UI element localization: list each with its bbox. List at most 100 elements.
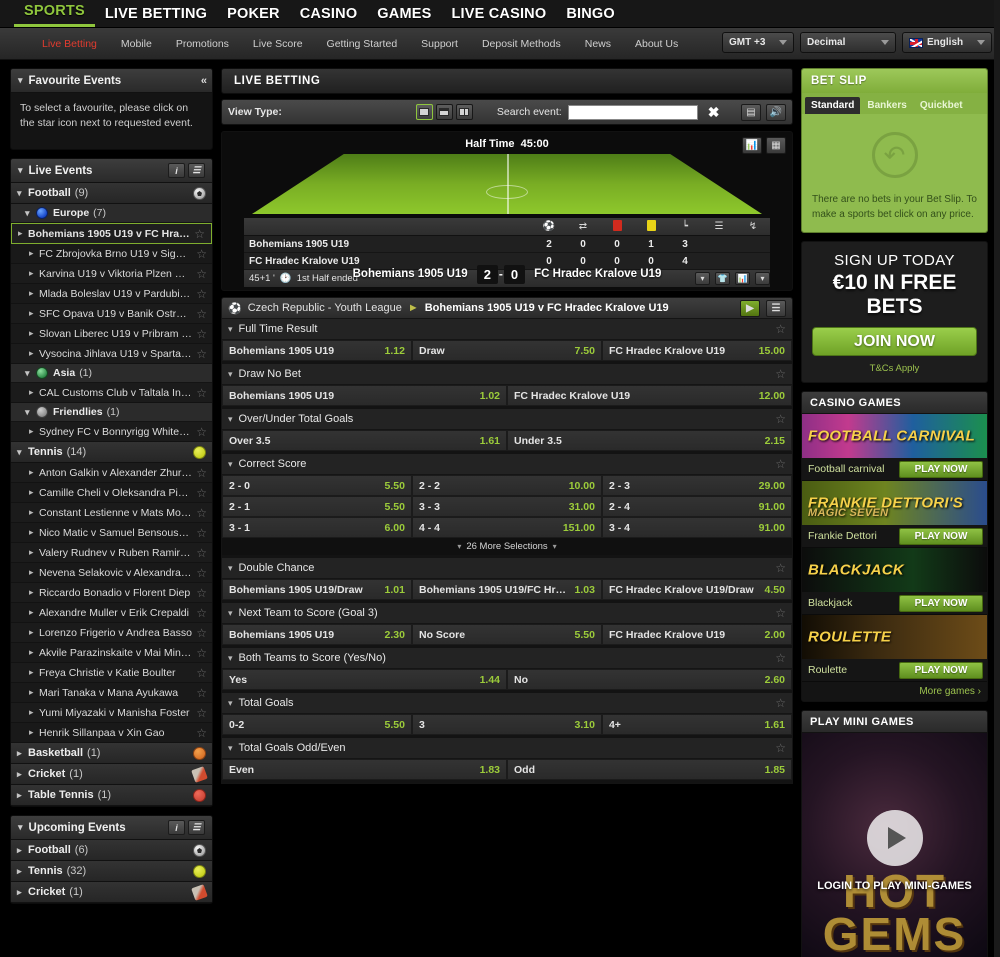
event-row[interactable]: ▸ Lorenzo Frigerio v Andrea Basso ☆ xyxy=(11,623,212,644)
statistics-icon[interactable]: ▤ xyxy=(741,103,761,121)
subnav-item-about-us[interactable]: About Us xyxy=(623,38,690,50)
subnav-item-mobile[interactable]: Mobile xyxy=(109,38,164,50)
sport-row-basketball[interactable]: ▸ Basketball (1) xyxy=(11,743,212,765)
favourite-star-icon[interactable]: ☆ xyxy=(196,347,207,361)
live-events-header[interactable]: ▾ Live Events i ☰ xyxy=(11,159,212,184)
nav-item-casino[interactable]: CASINO xyxy=(290,6,368,27)
event-row[interactable]: ▸ Vysocina Jihlava U19 v Sparta Pr... ☆ xyxy=(11,344,212,365)
market-title-bar[interactable]: ▾ Draw No Bet ☆ xyxy=(222,364,792,385)
event-row[interactable]: ▸ Riccardo Bonadio v Florent Diep ☆ xyxy=(11,583,212,604)
event-row[interactable]: ▸ FC Zbrojovka Brno U19 v Sigma ... ☆ xyxy=(11,244,212,265)
event-row[interactable]: ▸ Slovan Liberec U19 v Pribram U19 ☆ xyxy=(11,324,212,345)
selection-button[interactable]: 2 - 2 10.00 xyxy=(411,475,602,496)
live-stream-icon[interactable]: ▶ xyxy=(740,299,760,317)
favourite-star-icon[interactable]: ☆ xyxy=(775,367,786,381)
language-select[interactable]: English xyxy=(902,32,992,53)
favourite-star-icon[interactable]: ☆ xyxy=(196,666,207,680)
subnav-item-getting-started[interactable]: Getting Started xyxy=(315,38,410,50)
region-row-europe[interactable]: ▾ Europe (7) xyxy=(11,204,212,224)
selection-button[interactable]: 4 - 4 151.00 xyxy=(411,517,602,538)
market-title-bar[interactable]: ▾ Double Chance ☆ xyxy=(222,558,792,579)
event-row[interactable]: ▸ Akvile Parazinskaite v Mai Minoko... ☆ xyxy=(11,643,212,664)
collapse-icon[interactable]: « xyxy=(201,75,207,87)
collapse-icon[interactable]: ▾ xyxy=(755,272,770,285)
event-row[interactable]: ▸ Valery Rudnev v Ruben Ramirez ... ☆ xyxy=(11,543,212,564)
market-title-bar[interactable]: ▾ Full Time Result ☆ xyxy=(222,319,792,340)
selection-button[interactable]: Even 1.83 xyxy=(222,759,507,780)
market-title-bar[interactable]: ▾ Total Goals Odd/Even ☆ xyxy=(222,738,792,759)
subnav-item-live-score[interactable]: Live Score xyxy=(241,38,315,50)
event-row[interactable]: ▸ Alexandre Muller v Erik Crepaldi ☆ xyxy=(11,603,212,624)
view-single-icon[interactable] xyxy=(415,104,433,120)
favourite-star-icon[interactable]: ☆ xyxy=(775,741,786,755)
sport-row-table-tennis[interactable]: ▸ Table Tennis (1) xyxy=(11,785,212,807)
favourite-star-icon[interactable]: ☆ xyxy=(196,386,207,400)
selection-button[interactable]: Bohemians 1905 U19 1.02 xyxy=(222,385,507,406)
event-row[interactable]: ▸ Henrik Sillanpaa v Xin Gao ☆ xyxy=(11,723,212,744)
market-title-bar[interactable]: ▾ Correct Score ☆ xyxy=(222,454,792,475)
selection-button[interactable]: 2 - 0 5.50 xyxy=(222,475,412,496)
bet-slip-tab-standard[interactable]: Standard xyxy=(805,97,861,114)
bet-slip-tab-quickbet[interactable]: Quickbet xyxy=(914,97,969,114)
sport-row-cricket[interactable]: ▸ Cricket (1) xyxy=(11,764,212,786)
selection-button[interactable]: 3 3.10 xyxy=(411,714,602,735)
event-row[interactable]: ▸ SFC Opava U19 v Banik Ostrava ... ☆ xyxy=(11,304,212,325)
upcoming-sport-row-tennis[interactable]: ▸ Tennis (32) xyxy=(11,861,212,883)
selection-button[interactable]: Draw 7.50 xyxy=(411,340,602,361)
info-icon[interactable]: i xyxy=(168,163,185,179)
info-icon[interactable]: i xyxy=(168,820,185,836)
selection-button[interactable]: 2 - 1 5.50 xyxy=(222,496,412,517)
event-row[interactable]: ▸ Mari Tanaka v Mana Ayukawa ☆ xyxy=(11,683,212,704)
selection-button[interactable]: 3 - 1 6.00 xyxy=(222,517,412,538)
favourite-star-icon[interactable]: ☆ xyxy=(194,227,205,241)
nav-item-bingo[interactable]: BINGO xyxy=(556,6,625,27)
favourite-star-icon[interactable]: ☆ xyxy=(196,425,207,439)
selection-button[interactable]: Yes 1.44 xyxy=(222,669,507,690)
favourite-star-icon[interactable]: ☆ xyxy=(196,307,207,321)
market-title-bar[interactable]: ▾ Total Goals ☆ xyxy=(222,693,792,714)
favourite-star-icon[interactable]: ☆ xyxy=(196,247,207,261)
selection-button[interactable]: FC Hradec Kralove U19 15.00 xyxy=(601,340,792,361)
more-games-link[interactable]: More games › xyxy=(802,682,987,702)
sport-row-football[interactable]: ▾ Football (9) xyxy=(11,183,212,205)
event-row[interactable]: ▸ CAL Customs Club v Taltala Instit... ☆ xyxy=(11,383,212,404)
selection-button[interactable]: FC Hradec Kralove U19 12.00 xyxy=(507,385,792,406)
sport-row-tennis[interactable]: ▾ Tennis (14) xyxy=(11,442,212,464)
search-input[interactable] xyxy=(567,104,698,120)
event-row[interactable]: ▸ Freya Christie v Katie Boulter ☆ xyxy=(11,663,212,684)
favourite-star-icon[interactable]: ☆ xyxy=(775,457,786,471)
favourite-star-icon[interactable]: ☆ xyxy=(775,412,786,426)
upcoming-sport-row-football[interactable]: ▸ Football (6) xyxy=(11,840,212,862)
favourite-star-icon[interactable]: ☆ xyxy=(196,586,207,600)
nav-item-live-casino[interactable]: LIVE CASINO xyxy=(441,6,556,27)
event-row[interactable]: ▸ Nevena Selakovic v Alexandra Na... ☆ xyxy=(11,563,212,584)
view-list-icon[interactable] xyxy=(435,104,453,120)
market-title-bar[interactable]: ▾ Next Team to Score (Goal 3) ☆ xyxy=(222,603,792,624)
selection-button[interactable]: 2 - 3 29.00 xyxy=(601,475,792,496)
favourite-star-icon[interactable]: ☆ xyxy=(196,327,207,341)
selection-button[interactable]: FC Hradec Kralove U19/Draw 4.50 xyxy=(601,579,792,600)
favourite-star-icon[interactable]: ☆ xyxy=(196,566,207,580)
favourite-star-icon[interactable]: ☆ xyxy=(196,506,207,520)
event-row[interactable]: ▸ Mlada Boleslav U19 v Pardubice ... ☆ xyxy=(11,284,212,305)
event-row[interactable]: ▸ Yumi Miyazaki v Manisha Foster ☆ xyxy=(11,703,212,724)
favourite-star-icon[interactable]: ☆ xyxy=(775,322,786,336)
scoreboard-toggle-icon[interactable]: ▦ xyxy=(766,137,786,154)
favourite-star-icon[interactable]: ☆ xyxy=(775,606,786,620)
event-row[interactable]: ▸ Bohemians 1905 U19 v FC Hrad... ☆ xyxy=(11,223,212,245)
mini-games-artwork[interactable]: HOT GEMS LOGIN TO PLAY MINI-GAMES xyxy=(802,733,987,957)
favourite-star-icon[interactable]: ☆ xyxy=(196,287,207,301)
favourite-star-icon[interactable]: ☆ xyxy=(196,267,207,281)
region-row-friendlies[interactable]: ▾ Friendlies (1) xyxy=(11,403,212,423)
favourite-star-icon[interactable]: ☆ xyxy=(196,486,207,500)
favourite-star-icon[interactable]: ☆ xyxy=(196,686,207,700)
selection-button[interactable]: 2 - 4 91.00 xyxy=(601,496,792,517)
bet-slip-tab-bankers[interactable]: Bankers xyxy=(861,97,912,114)
event-row[interactable]: ▸ Constant Lestienne v Mats Morai... ☆ xyxy=(11,503,212,524)
selection-button[interactable]: 4+ 1.61 xyxy=(601,714,792,735)
favourite-star-icon[interactable]: ☆ xyxy=(196,466,207,480)
subnav-item-deposit-methods[interactable]: Deposit Methods xyxy=(470,38,573,50)
favourite-star-icon[interactable]: ☆ xyxy=(775,696,786,710)
selection-button[interactable]: 0-2 5.50 xyxy=(222,714,412,735)
subnav-item-live-betting[interactable]: Live Betting xyxy=(30,38,109,50)
